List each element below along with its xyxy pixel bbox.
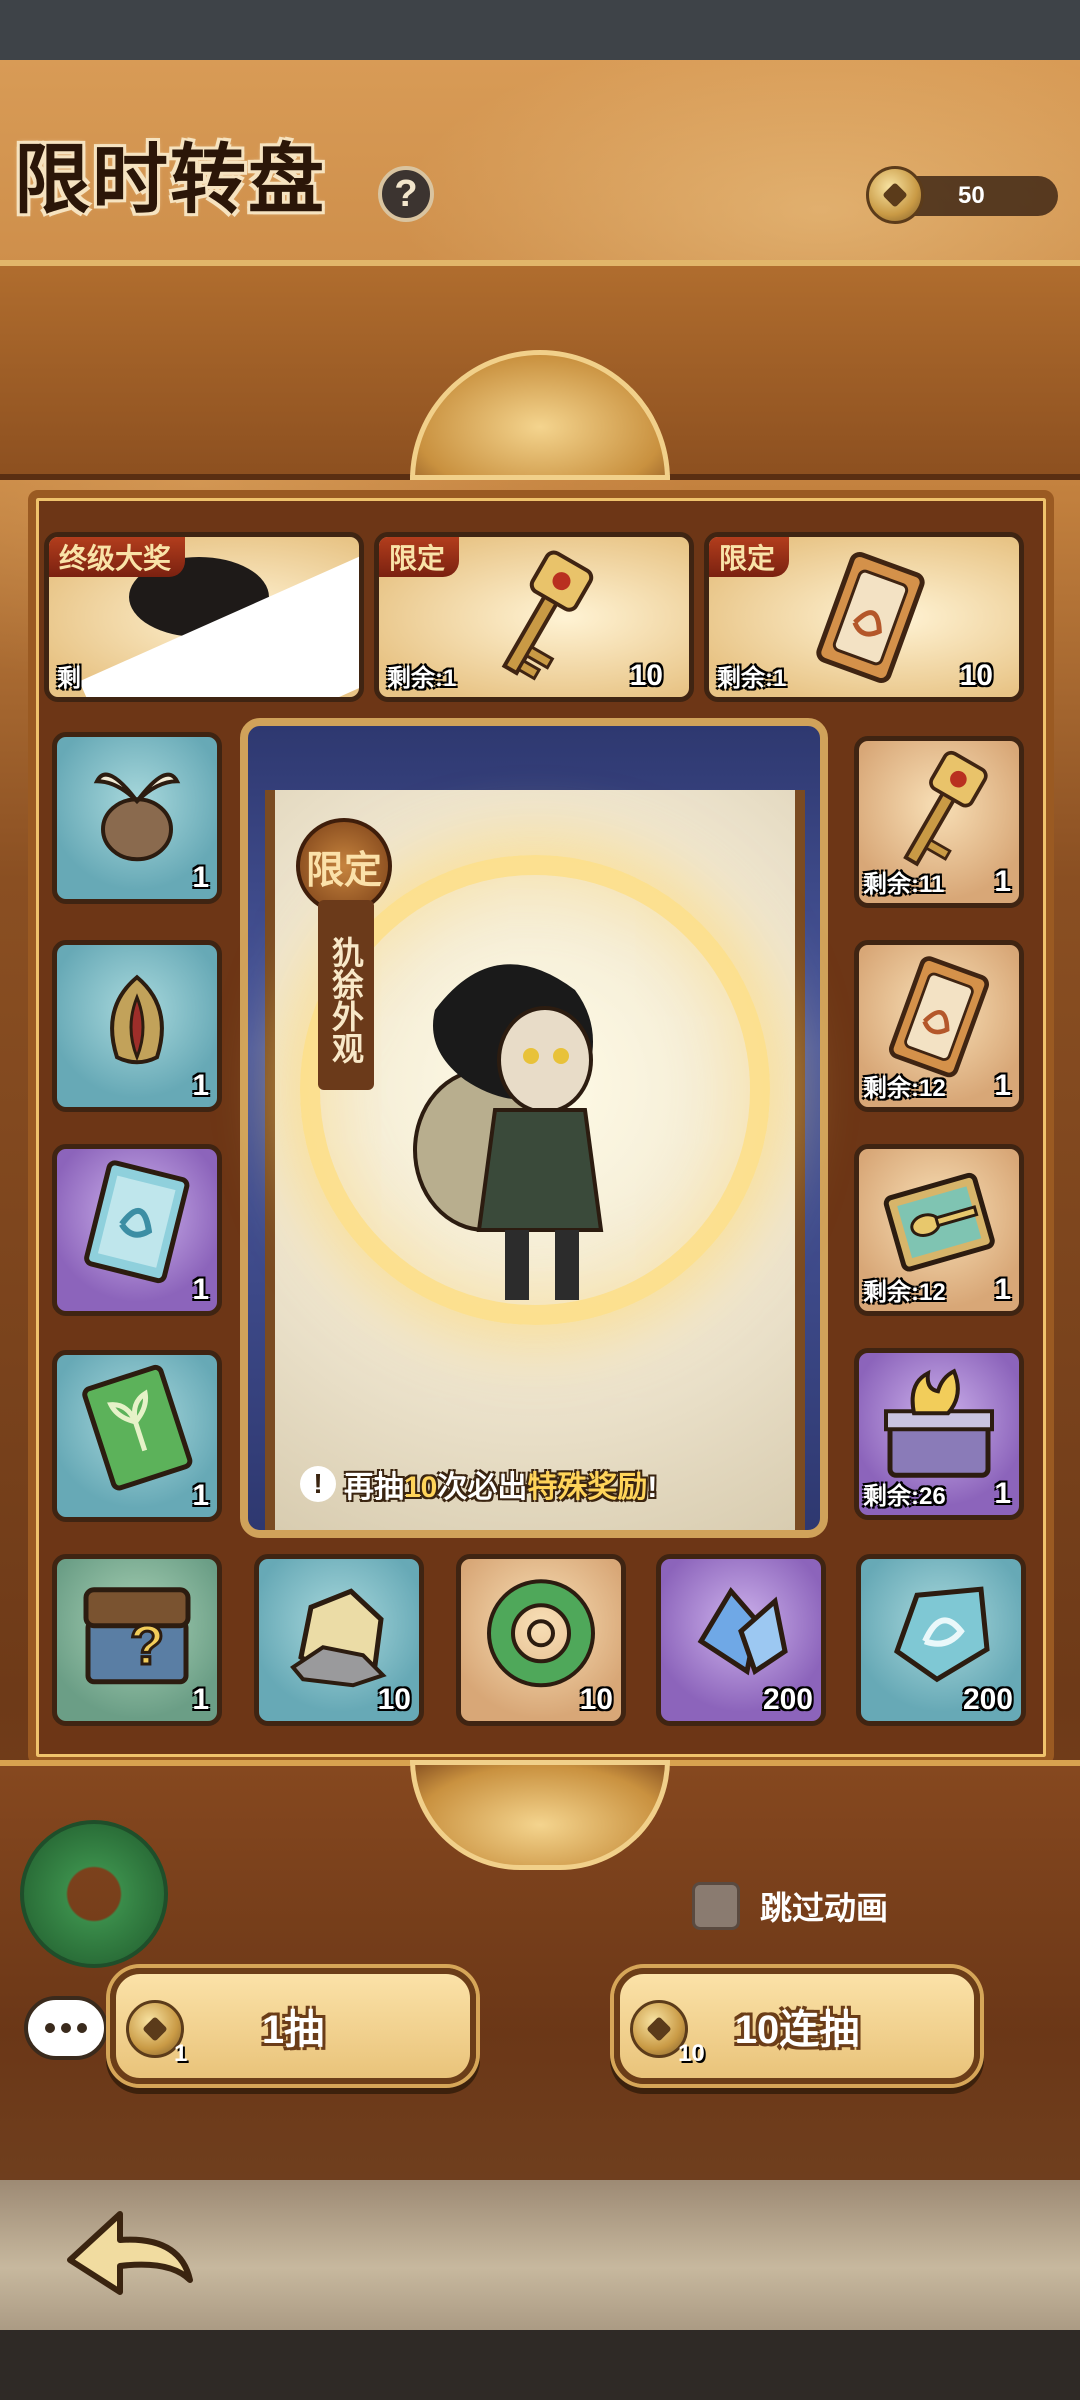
prize-quantity: 1 [192, 1479, 209, 1512]
prize-quantity: 1 [994, 865, 1011, 898]
prize-quantity: 10 [959, 659, 993, 692]
prize-slot-bottom-2[interactable]: 10 [254, 1554, 424, 1726]
prize-quantity: 1 [994, 1477, 1011, 1510]
jade-dragon-icon [481, 1571, 601, 1696]
grand-prize-tag: 终级大奖 [49, 537, 186, 577]
prize-quantity: 1 [994, 1069, 1011, 1102]
svg-text:?: ? [130, 1613, 164, 1676]
prize-slot-left-4[interactable]: 1 [52, 1350, 222, 1522]
prize-quantity: 10 [377, 1683, 411, 1716]
question-mark-icon[interactable]: ? [378, 166, 434, 222]
prize-quantity: 1 [994, 1273, 1011, 1306]
pity-notice: ! 再抽10次必出特殊奖励! [300, 1462, 657, 1506]
featured-character-art [395, 950, 655, 1335]
blue-scroll-icon [77, 1156, 197, 1291]
chat-icon[interactable] [24, 1996, 108, 2060]
ore-stone-icon [279, 1571, 399, 1696]
coin-balance-value: 50 [958, 182, 985, 209]
mystery-chest-icon: ? [72, 1566, 202, 1701]
skip-animation-checkbox[interactable] [692, 1882, 740, 1930]
nav-bar [0, 2330, 1080, 2400]
prize-quantity: 10 [579, 1683, 613, 1716]
status-bar [0, 0, 1080, 60]
prize-slot-left-1[interactable]: 1 [52, 732, 222, 904]
prize-tag: 限定 [379, 537, 460, 577]
blue-crystal-icon [681, 1571, 801, 1696]
notice-prefix: 再抽 [344, 1471, 404, 1504]
coin-balance: 50 [866, 166, 1058, 224]
grand-prize-slot[interactable]: 终级大奖 剩 [44, 532, 364, 702]
prize-quantity: 1 [192, 861, 209, 894]
prize-slot-right-4[interactable]: 剩余:26 1 [854, 1348, 1024, 1520]
skip-animation-row[interactable]: 跳过动画 [692, 1882, 888, 1930]
prize-slot-right-3[interactable]: 剩余:12 1 [854, 1144, 1024, 1316]
spoon-tablet-icon [879, 1161, 999, 1286]
prize-slot-ticket-top[interactable]: 限定 剩余:1 10 [704, 532, 1024, 702]
golden-key-icon [476, 548, 606, 693]
prize-slot-key-top[interactable]: 限定 剩余:1 10 [374, 532, 694, 702]
golden-key-icon [879, 748, 999, 883]
prize-slot-bottom-4[interactable]: 200 [656, 1554, 826, 1726]
single-draw-cost: 1 [174, 2040, 188, 2067]
featured-skin-name: 犰狳外观 [318, 900, 374, 1090]
spirit-gem-icon [881, 1571, 1001, 1696]
prize-quantity: 200 [962, 1683, 1013, 1716]
prize-slot-bottom-1[interactable]: ? 1 [52, 1554, 222, 1726]
flame-chest-icon [874, 1365, 1004, 1490]
prize-slot-bottom-3[interactable]: 10 [456, 1554, 626, 1726]
prize-slot-bottom-5[interactable]: 200 [856, 1554, 1026, 1726]
ten-draw-cost: 10 [678, 2040, 705, 2067]
notice-mid: 次必出 [437, 1471, 528, 1504]
single-draw-button[interactable]: 1抽 1 [110, 1968, 476, 2084]
prize-slot-left-2[interactable]: 1 [52, 940, 222, 1112]
prize-quantity: 1 [192, 1069, 209, 1102]
prize-remaining: 剩余:1 [387, 665, 457, 692]
prize-slot-left-3[interactable]: 1 [52, 1144, 222, 1316]
flower-bud-icon [82, 957, 192, 1082]
green-scroll-icon [77, 1362, 197, 1497]
ten-draw-button[interactable]: 10连抽 10 [614, 1968, 980, 2084]
talisman-ticket-icon [806, 548, 936, 693]
coin-icon [866, 166, 924, 224]
grand-prize-remaining: 剩 [57, 665, 81, 692]
talisman-ticket-icon [879, 952, 999, 1087]
prize-quantity: 200 [762, 1683, 813, 1716]
back-arrow-icon[interactable] [60, 2200, 200, 2320]
seed-bulb-icon [82, 749, 192, 874]
page-title: 限时转盘 [14, 135, 326, 224]
prize-tag: 限定 [709, 537, 790, 577]
warning-icon: ! [300, 1466, 336, 1502]
notice-highlight: 特殊奖励 [527, 1471, 648, 1504]
prize-remaining: 剩余:12 [863, 1075, 946, 1102]
jade-ornament-icon [20, 1820, 168, 1968]
prize-quantity: 1 [192, 1683, 209, 1716]
prize-slot-right-1[interactable]: 剩余:11 1 [854, 736, 1024, 908]
prize-remaining: 剩余:1 [717, 665, 787, 692]
skip-animation-label: 跳过动画 [760, 1890, 889, 1926]
prize-quantity: 10 [629, 659, 663, 692]
notice-count: 10 [404, 1471, 438, 1504]
prize-remaining: 剩余:26 [863, 1483, 946, 1510]
prize-slot-right-2[interactable]: 剩余:12 1 [854, 940, 1024, 1112]
notice-suffix: ! [647, 1471, 658, 1504]
prize-quantity: 1 [192, 1273, 209, 1306]
prize-remaining: 剩余:12 [863, 1279, 946, 1306]
prize-remaining: 剩余:11 [863, 871, 945, 898]
